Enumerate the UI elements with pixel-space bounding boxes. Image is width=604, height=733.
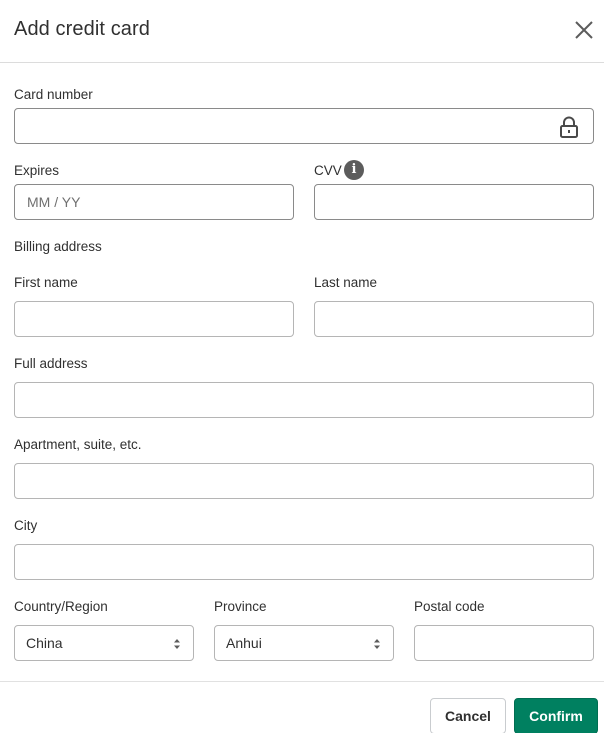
expires-label: Expires [14,163,60,178]
city-field[interactable] [14,544,594,580]
province-value: Anhui [226,635,262,651]
country-value: China [26,635,63,651]
billing-address-heading: Billing address [14,239,102,254]
dialog-title: Add credit card [14,18,151,40]
expires-field[interactable] [14,184,294,220]
cvv-input[interactable] [315,185,593,219]
dialog-header: Add credit card [0,0,604,63]
info-icon[interactable]: i [344,160,364,180]
postal-code-input[interactable] [415,626,593,660]
card-number-field[interactable] [14,108,594,144]
close-button[interactable] [572,18,596,42]
expires-input[interactable] [15,185,293,219]
last-name-input[interactable] [315,302,593,336]
card-number-input[interactable] [15,109,593,143]
apartment-label: Apartment, suite, etc. [14,437,142,452]
select-arrows-icon [174,639,180,649]
city-label: City [14,518,38,533]
cvv-field[interactable] [314,184,594,220]
postal-code-label: Postal code [414,599,485,614]
first-name-field[interactable] [14,301,294,337]
apartment-input[interactable] [15,464,593,498]
province-label: Province [214,599,267,614]
first-name-label: First name [14,275,78,290]
full-address-label: Full address [14,356,88,371]
province-select[interactable]: Anhui [214,625,394,661]
city-input[interactable] [15,545,593,579]
last-name-label: Last name [314,275,378,290]
select-arrows-icon [374,639,380,649]
country-label: Country/Region [14,599,108,614]
lock-icon [560,116,578,138]
cvv-label: CVV [314,163,342,178]
postal-code-field[interactable] [414,625,594,661]
card-number-label: Card number [14,87,93,102]
full-address-input[interactable] [15,383,593,417]
close-icon [575,21,593,39]
first-name-input[interactable] [15,302,293,336]
last-name-field[interactable] [314,301,594,337]
full-address-field[interactable] [14,382,594,418]
cancel-button[interactable]: Cancel [430,698,506,733]
confirm-button[interactable]: Confirm [514,698,598,733]
country-select[interactable]: China [14,625,194,661]
apartment-field[interactable] [14,463,594,499]
